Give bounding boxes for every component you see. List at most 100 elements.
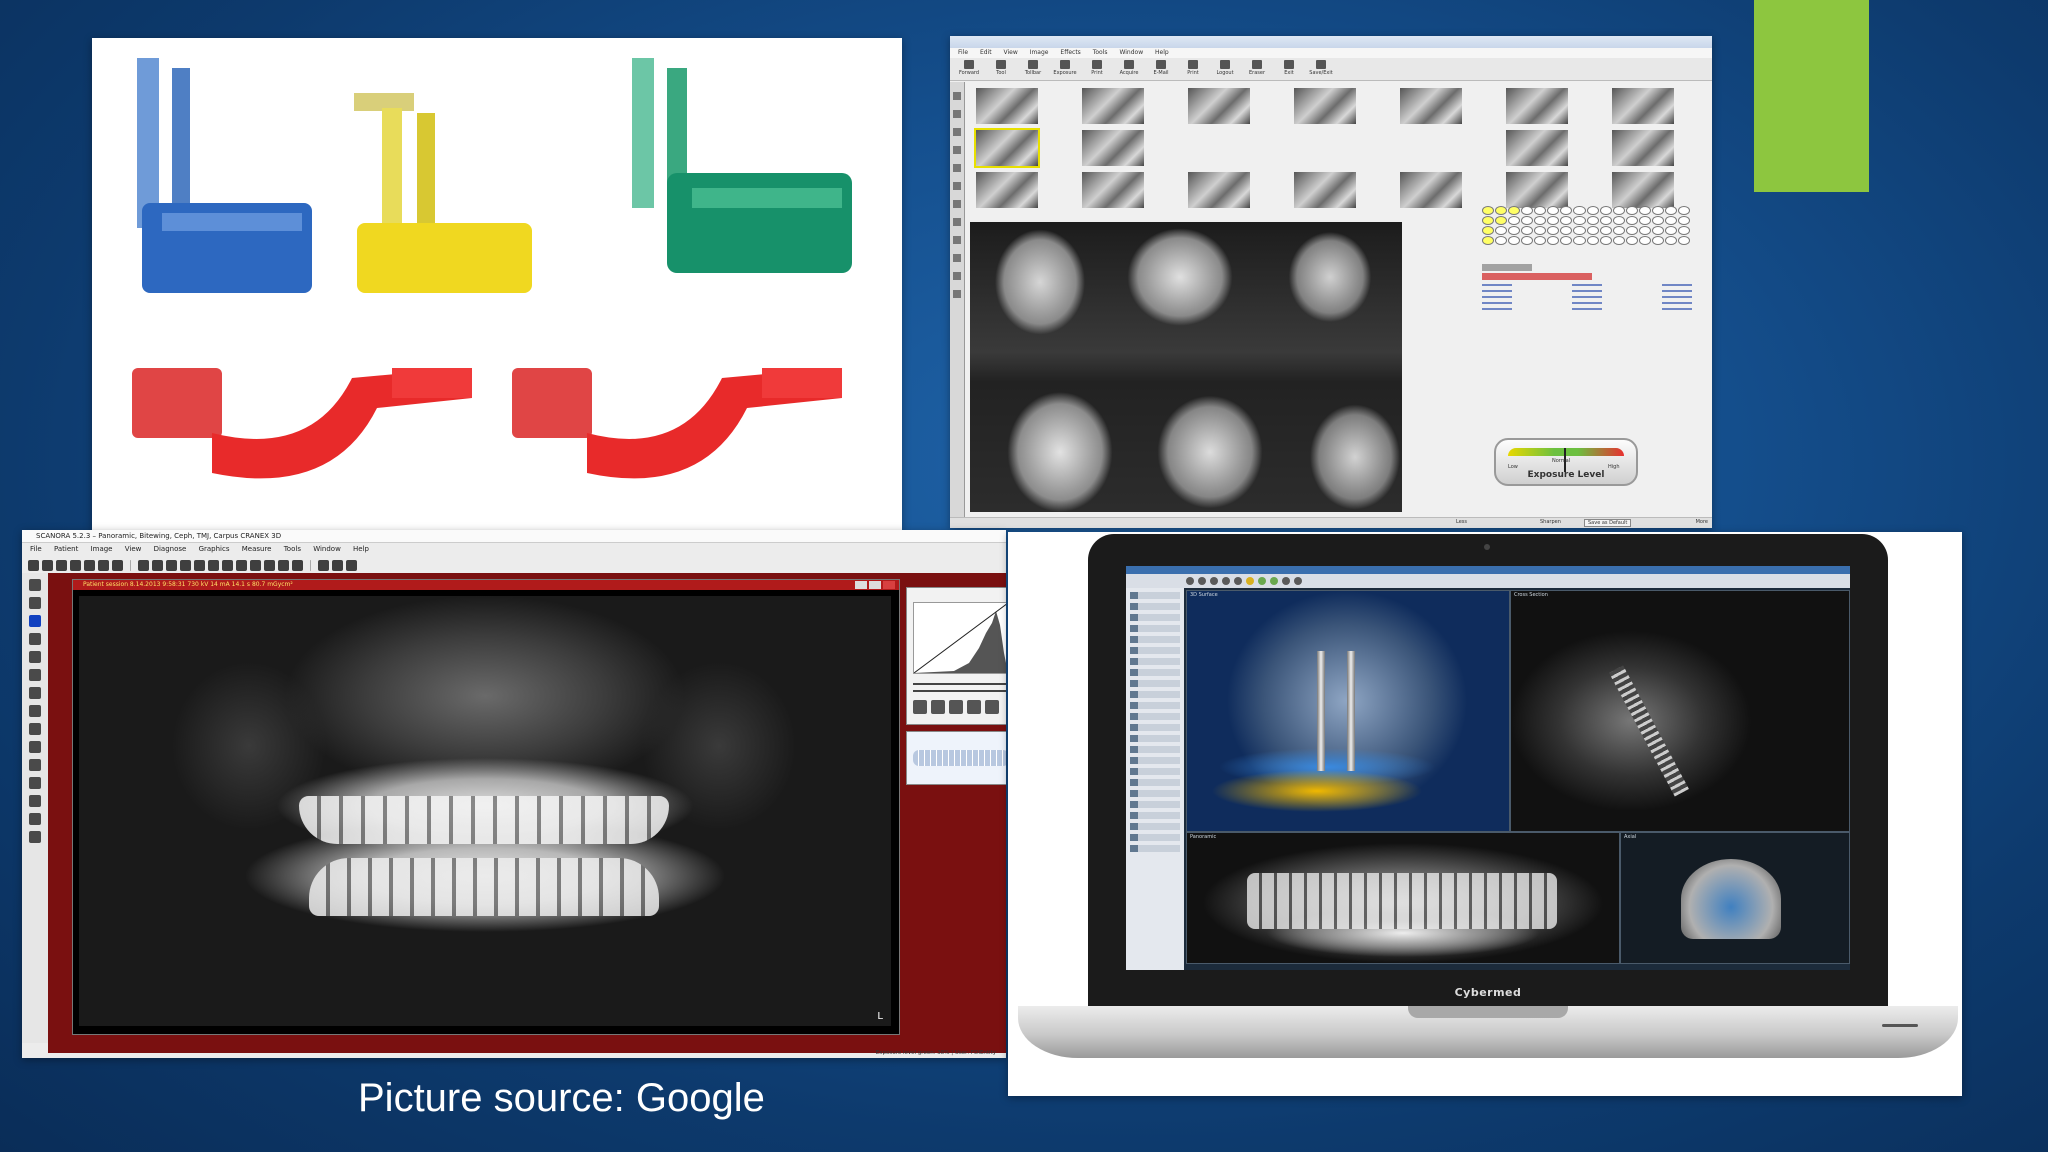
- tooth-cell[interactable]: [1625, 226, 1638, 235]
- toolbar-btn-tool[interactable]: Tool: [990, 60, 1012, 78]
- tool-icon[interactable]: [1294, 577, 1302, 585]
- curve-icon[interactable]: [931, 700, 945, 714]
- menu-help[interactable]: Help: [353, 545, 369, 553]
- tooth-cell[interactable]: [1612, 206, 1625, 215]
- tool-icon[interactable]: [953, 200, 961, 208]
- tooth-cell[interactable]: [1586, 216, 1599, 225]
- toolbar-btn-acquire[interactable]: Acquire: [1118, 60, 1140, 78]
- tool-icon[interactable]: [953, 146, 961, 154]
- tooth-cell[interactable]: [1651, 216, 1664, 225]
- toolbar-btn-print[interactable]: Print: [1086, 60, 1108, 78]
- tool-icon[interactable]: [29, 813, 41, 825]
- tooth-cell[interactable]: [1534, 226, 1547, 235]
- tool-icon[interactable]: [208, 559, 219, 571]
- menu-effects[interactable]: Effects: [1060, 49, 1080, 56]
- tool-icon[interactable]: [318, 559, 329, 571]
- xray-thumbnail[interactable]: [1612, 172, 1674, 208]
- minimize-icon[interactable]: [855, 581, 867, 589]
- tool-icon[interactable]: [180, 559, 191, 571]
- tool-icon[interactable]: [84, 559, 95, 571]
- tool-icon[interactable]: [953, 272, 961, 280]
- tooth-cell[interactable]: [1599, 226, 1612, 235]
- tooth-cell[interactable]: [1521, 226, 1534, 235]
- tooth-cell[interactable]: [1560, 226, 1573, 235]
- toolbar-btn-print2[interactable]: Print: [1182, 60, 1204, 78]
- tool-icon[interactable]: [42, 559, 53, 571]
- menu-view[interactable]: View: [1004, 49, 1018, 56]
- tool-icon[interactable]: [194, 559, 205, 571]
- cross-section-view[interactable]: Cross Section: [1510, 590, 1850, 832]
- tooth-cell[interactable]: [1573, 226, 1586, 235]
- tool-icon[interactable]: [346, 559, 357, 571]
- menu-file[interactable]: File: [30, 545, 42, 553]
- xray-thumbnail[interactable]: [1188, 172, 1250, 208]
- tooth-cell[interactable]: [1586, 206, 1599, 215]
- tool-icon[interactable]: [292, 559, 303, 571]
- menu-measure[interactable]: Measure: [242, 545, 272, 553]
- tooth-cell[interactable]: [1599, 216, 1612, 225]
- tooth-cell[interactable]: [1521, 216, 1534, 225]
- tooth-cell[interactable]: [1547, 216, 1560, 225]
- info-link-col[interactable]: [1482, 284, 1512, 314]
- tool-icon[interactable]: [152, 559, 163, 571]
- curve-icon[interactable]: [949, 700, 963, 714]
- xray-thumbnail[interactable]: [1294, 88, 1356, 124]
- curve-icon[interactable]: [967, 700, 981, 714]
- tool-icon[interactable]: [264, 559, 275, 571]
- menu-image[interactable]: Image: [1030, 49, 1049, 56]
- tooth-cell[interactable]: [1482, 226, 1495, 235]
- tooth-cell[interactable]: [1521, 206, 1534, 215]
- tooth-cell[interactable]: [1573, 206, 1586, 215]
- teeth-chart-panel[interactable]: [906, 731, 1006, 785]
- tooth-cell[interactable]: [1560, 216, 1573, 225]
- tooth-cell[interactable]: [1508, 216, 1521, 225]
- xray-thumbnail[interactable]: [1506, 172, 1568, 208]
- tool-icon[interactable]: [1270, 577, 1278, 585]
- tooth-cell[interactable]: [1534, 206, 1547, 215]
- tool-icon[interactable]: [953, 254, 961, 262]
- tool-icon[interactable]: [953, 182, 961, 190]
- tooth-cell[interactable]: [1586, 226, 1599, 235]
- tooth-cell[interactable]: [1508, 236, 1521, 245]
- tool-icon[interactable]: [29, 687, 41, 699]
- tool-icon[interactable]: [29, 777, 41, 789]
- xray-thumbnail[interactable]: [1506, 130, 1568, 166]
- xray-thumbnail[interactable]: [1612, 88, 1674, 124]
- tooth-cell[interactable]: [1612, 216, 1625, 225]
- tool-icon[interactable]: [1234, 577, 1242, 585]
- toolbar-btn-eraser[interactable]: Eraser: [1246, 60, 1268, 78]
- tool-icon[interactable]: [1222, 577, 1230, 585]
- tool-icon[interactable]: [953, 92, 961, 100]
- maximize-icon[interactable]: [869, 581, 881, 589]
- save-as-default-button[interactable]: Save as Default: [1584, 519, 1632, 527]
- tool-icon[interactable]: [29, 759, 41, 771]
- menu-view[interactable]: View: [125, 545, 142, 553]
- xray-thumbnail[interactable]: [976, 172, 1038, 208]
- panoramic-xray-image[interactable]: L: [79, 596, 891, 1026]
- tool-icon[interactable]: [98, 559, 109, 571]
- menu-patient[interactable]: Patient: [54, 545, 78, 553]
- tooth-cell[interactable]: [1521, 236, 1534, 245]
- toolbar-btn-exposure[interactable]: Exposure: [1053, 60, 1077, 78]
- tooth-cell[interactable]: [1482, 236, 1495, 245]
- tool-icon[interactable]: [29, 741, 41, 753]
- tooth-cell[interactable]: [1612, 236, 1625, 245]
- menu-image[interactable]: Image: [91, 545, 113, 553]
- tool-icon[interactable]: [1246, 577, 1254, 585]
- xray-thumbnail[interactable]: [976, 88, 1038, 124]
- tooth-cell[interactable]: [1625, 216, 1638, 225]
- tooth-cell[interactable]: [1482, 206, 1495, 215]
- pointer-icon[interactable]: [29, 579, 41, 591]
- tool-icon[interactable]: [953, 110, 961, 118]
- tooth-cell[interactable]: [1573, 236, 1586, 245]
- menu-tools[interactable]: Tools: [1093, 49, 1108, 56]
- tooth-cell[interactable]: [1508, 206, 1521, 215]
- tool-icon[interactable]: [236, 559, 247, 571]
- tooth-cell[interactable]: [1664, 236, 1677, 245]
- tool-icon[interactable]: [953, 164, 961, 172]
- panoramic-view[interactable]: Panoramic: [1186, 832, 1620, 964]
- menu-diagnose[interactable]: Diagnose: [154, 545, 187, 553]
- axial-view[interactable]: Axial: [1620, 832, 1850, 964]
- toolbar-btn-forward[interactable]: Forward: [958, 60, 980, 78]
- tooth-cell[interactable]: [1638, 206, 1651, 215]
